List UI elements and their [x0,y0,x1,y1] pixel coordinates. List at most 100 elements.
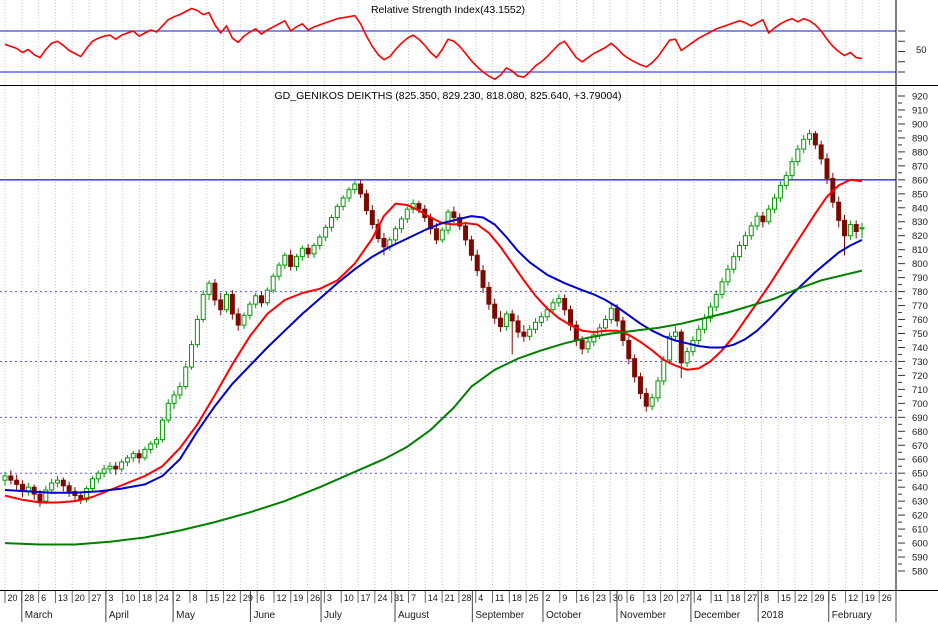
svg-text:920: 920 [912,92,928,103]
candle [672,331,678,337]
candle [37,493,43,502]
svg-text:18: 18 [730,593,740,603]
svg-text:19: 19 [293,593,303,603]
svg-text:18: 18 [142,593,152,603]
candle [334,205,340,219]
candle [264,289,270,304]
candle [684,351,690,364]
svg-text:22: 22 [798,593,808,603]
svg-text:October: October [546,610,582,621]
candle [381,238,387,248]
candle [148,443,154,450]
candle [731,256,737,270]
svg-text:6: 6 [260,593,265,603]
svg-text:730: 730 [912,357,928,368]
candle [498,317,504,328]
svg-text:770: 770 [912,301,928,312]
svg-text:September: September [475,610,525,621]
candle [14,479,20,485]
svg-text:900: 900 [912,119,928,130]
candle [282,254,288,266]
candle [824,158,830,179]
candle [713,293,719,308]
svg-text:6: 6 [41,593,46,603]
svg-text:860: 860 [912,175,928,186]
candle [398,218,404,230]
candle [95,472,101,480]
svg-text:30: 30 [613,593,623,603]
svg-text:31: 31 [394,593,404,603]
candle [760,215,766,223]
svg-text:29: 29 [814,593,824,603]
candle [847,224,853,237]
candle [136,453,142,459]
candle [276,264,282,277]
svg-text:25: 25 [529,593,539,603]
svg-text:22: 22 [226,593,236,603]
svg-text:28: 28 [461,593,471,603]
candle [836,201,842,221]
svg-text:850: 850 [912,189,928,200]
candle [288,254,294,267]
svg-text:6: 6 [630,593,635,603]
svg-text:29: 29 [243,593,253,603]
svg-text:July: July [324,610,342,621]
candle [480,270,486,288]
week-ticks-and-labels: 20 28 6 13 20 27 3 10 18 24 2 8 15 22 29 6 12 19 26 3 10 17 24… [4,591,892,603]
svg-text:August: August [398,610,429,621]
svg-text:9: 9 [562,593,567,603]
candle [521,331,527,337]
svg-text:November: November [620,610,667,621]
candle [859,227,865,230]
svg-text:800: 800 [912,259,928,270]
candle [142,448,148,459]
svg-text:720: 720 [912,371,928,382]
candle [259,295,265,304]
candle [171,394,177,404]
svg-text:10: 10 [125,593,135,603]
candle [818,144,824,160]
price-panel[interactable]: 580 590 600 610 620 630 640 650 660 670 680 690 700 7… [0,86,938,590]
svg-text:8: 8 [764,593,769,603]
svg-text:8: 8 [192,593,197,603]
candle [737,244,743,258]
candle [533,321,539,330]
svg-text:600: 600 [912,539,928,550]
svg-text:20: 20 [75,593,85,603]
candle [486,286,492,305]
candle [468,239,474,256]
candle [795,148,801,163]
candle [60,479,66,487]
candle [690,339,696,353]
time-axis[interactable]: 20 28 6 13 20 27 3 10 18 24 2 8 15 22 29 6 12 19 26 3 10 17 24… [0,590,938,624]
candle [801,138,807,150]
ma-slow-line [4,269,863,546]
svg-text:590: 590 [912,553,928,564]
candle [463,225,469,241]
candle [299,247,305,258]
candle [783,175,789,186]
svg-text:630: 630 [912,497,928,508]
candle [766,208,772,223]
candle [626,339,632,360]
rsi-right-axis [895,0,905,86]
svg-text:740: 740 [912,343,928,354]
svg-text:28: 28 [24,593,34,603]
svg-text:610: 610 [912,525,928,536]
svg-text:24: 24 [159,593,169,603]
candle [649,397,655,407]
candle [317,236,323,246]
svg-text:680: 680 [912,427,928,438]
candle [772,197,778,210]
svg-text:March: March [25,610,53,621]
svg-text:16: 16 [579,593,589,603]
candle [247,303,253,316]
svg-text:27: 27 [680,593,690,603]
candle [568,309,574,326]
svg-text:7: 7 [411,593,416,603]
rsi-panel[interactable] [0,0,938,86]
candle [124,457,130,463]
candle [509,313,515,322]
candle [235,313,241,326]
candle [812,133,818,146]
